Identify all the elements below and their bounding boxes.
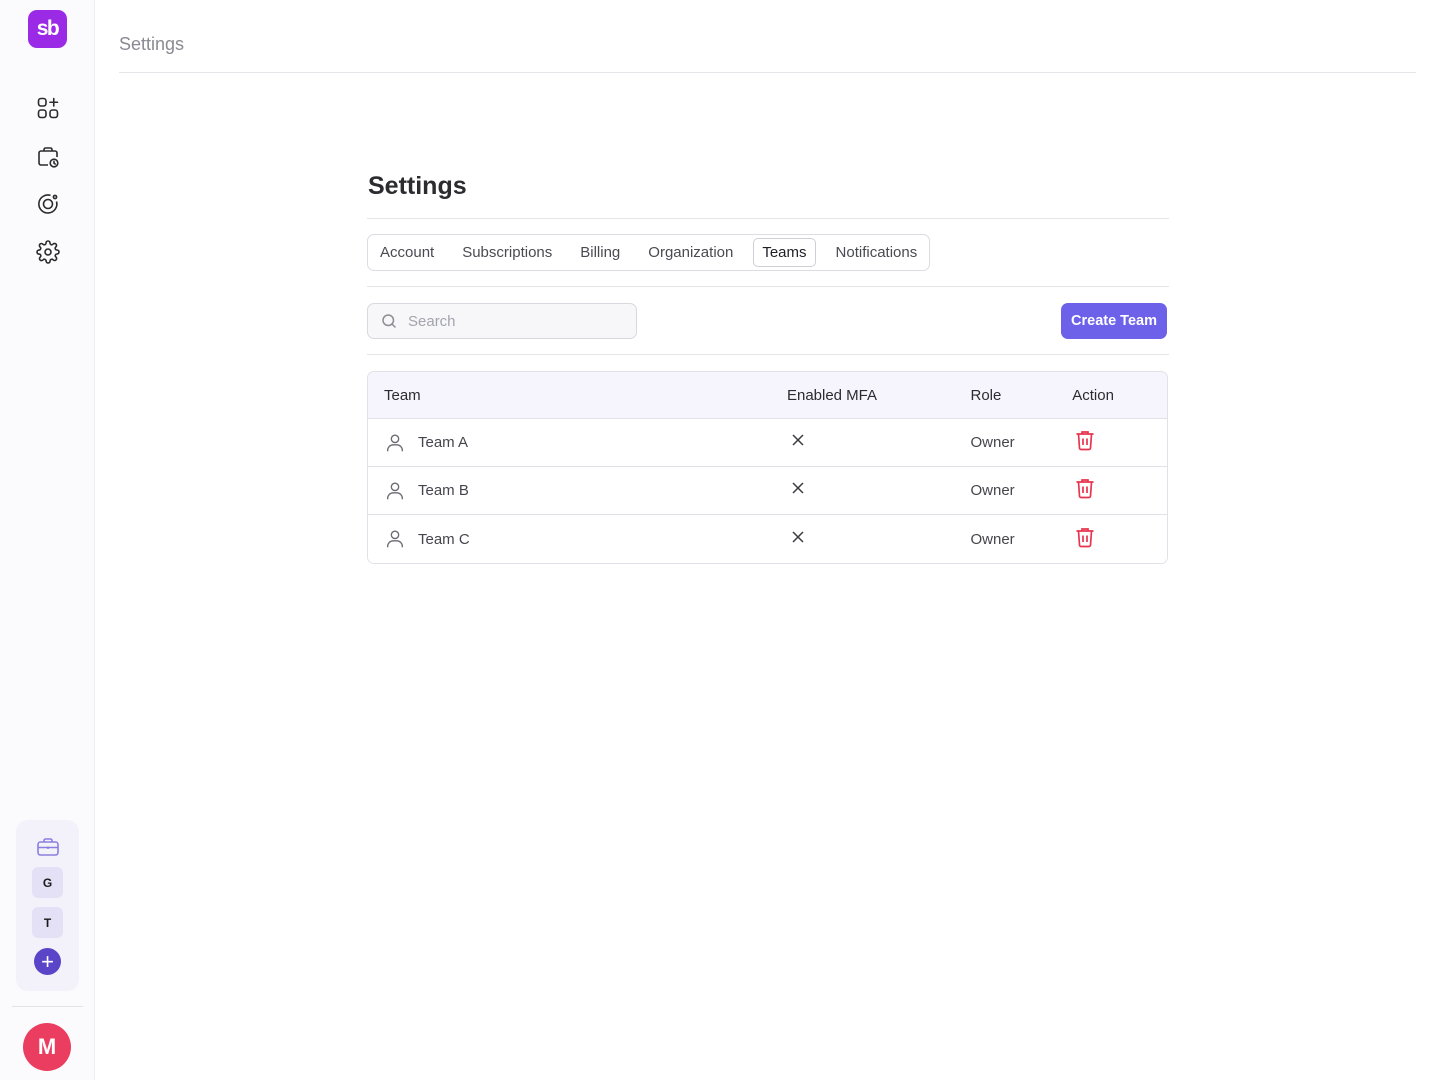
title-divider bbox=[367, 218, 1169, 219]
tab-billing[interactable]: Billing bbox=[572, 239, 628, 266]
x-icon bbox=[792, 530, 804, 543]
workspace-switcher: G T + bbox=[16, 820, 79, 991]
tab-teams[interactable]: Teams bbox=[753, 238, 816, 267]
search-input[interactable] bbox=[408, 312, 628, 330]
topbar-divider bbox=[119, 72, 1416, 73]
sidebar: sb G T + M bbox=[0, 0, 95, 1080]
topbar-title: Settings bbox=[119, 34, 185, 54]
workspace-g[interactable]: G bbox=[32, 867, 63, 898]
table-row[interactable]: Team B Owner bbox=[368, 467, 1167, 515]
add-workspace-button[interactable]: + bbox=[34, 948, 61, 975]
workspace-t[interactable]: T bbox=[32, 907, 63, 938]
tab-notifications[interactable]: Notifications bbox=[828, 239, 926, 266]
user-avatar[interactable]: M bbox=[23, 1023, 71, 1071]
sidebar-divider bbox=[12, 1006, 83, 1007]
trash-icon[interactable] bbox=[1073, 476, 1097, 500]
table-row[interactable]: Team C Owner bbox=[368, 515, 1167, 563]
team-cell: Team A bbox=[368, 432, 787, 454]
tab-account[interactable]: Account bbox=[372, 239, 442, 266]
tabs-divider bbox=[367, 286, 1169, 287]
user-icon bbox=[386, 530, 404, 548]
settings-tabs: Account Subscriptions Billing Organizati… bbox=[367, 234, 931, 271]
user-icon bbox=[386, 434, 404, 451]
gear-icon[interactable] bbox=[35, 239, 60, 264]
role-cell: Owner bbox=[970, 482, 1015, 499]
x-icon bbox=[792, 482, 804, 494]
x-icon bbox=[792, 434, 804, 446]
tab-organization[interactable]: Organization bbox=[640, 239, 741, 266]
header-team: Team bbox=[384, 386, 421, 404]
team-cell: Team B bbox=[368, 480, 787, 502]
teams-table: Team Enabled MFA Role Action Team A Owne… bbox=[367, 371, 1168, 564]
dashboard-add-icon[interactable] bbox=[35, 95, 60, 120]
trash-icon[interactable] bbox=[1073, 428, 1097, 452]
team-name: Team C bbox=[418, 530, 470, 548]
table-header: Team Enabled MFA Role Action bbox=[368, 372, 1167, 419]
briefcase-clock-icon[interactable] bbox=[35, 144, 60, 169]
header-role: Role bbox=[970, 386, 1002, 404]
table-row[interactable]: Team A Owner bbox=[368, 419, 1167, 467]
team-name: Team B bbox=[418, 482, 469, 499]
action-cell bbox=[1072, 428, 1167, 457]
toolbar-divider bbox=[367, 354, 1169, 355]
user-icon bbox=[386, 482, 404, 499]
role-cell: Owner bbox=[970, 434, 1015, 451]
mfa-cell bbox=[787, 480, 971, 501]
page-title: Settings bbox=[368, 172, 467, 200]
mfa-cell bbox=[787, 529, 971, 550]
mfa-cell bbox=[787, 432, 971, 453]
search-field bbox=[367, 303, 637, 339]
team-name: Team A bbox=[418, 434, 469, 451]
app-logo[interactable]: sb bbox=[28, 10, 67, 48]
trash-icon[interactable] bbox=[1073, 525, 1097, 549]
tab-subscriptions[interactable]: Subscriptions bbox=[454, 239, 560, 266]
header-action: Action bbox=[1072, 386, 1114, 404]
target-icon[interactable] bbox=[35, 191, 60, 216]
header-enabled-mfa: Enabled MFA bbox=[786, 386, 878, 404]
briefcase-icon[interactable] bbox=[36, 837, 60, 857]
create-team-button[interactable]: Create Team bbox=[1061, 303, 1167, 339]
action-cell bbox=[1072, 476, 1167, 505]
action-cell bbox=[1072, 525, 1167, 554]
role-cell: Owner bbox=[970, 530, 1015, 548]
search-icon bbox=[382, 314, 396, 328]
plus-icon: + bbox=[41, 948, 54, 974]
team-cell: Team C bbox=[368, 528, 787, 550]
